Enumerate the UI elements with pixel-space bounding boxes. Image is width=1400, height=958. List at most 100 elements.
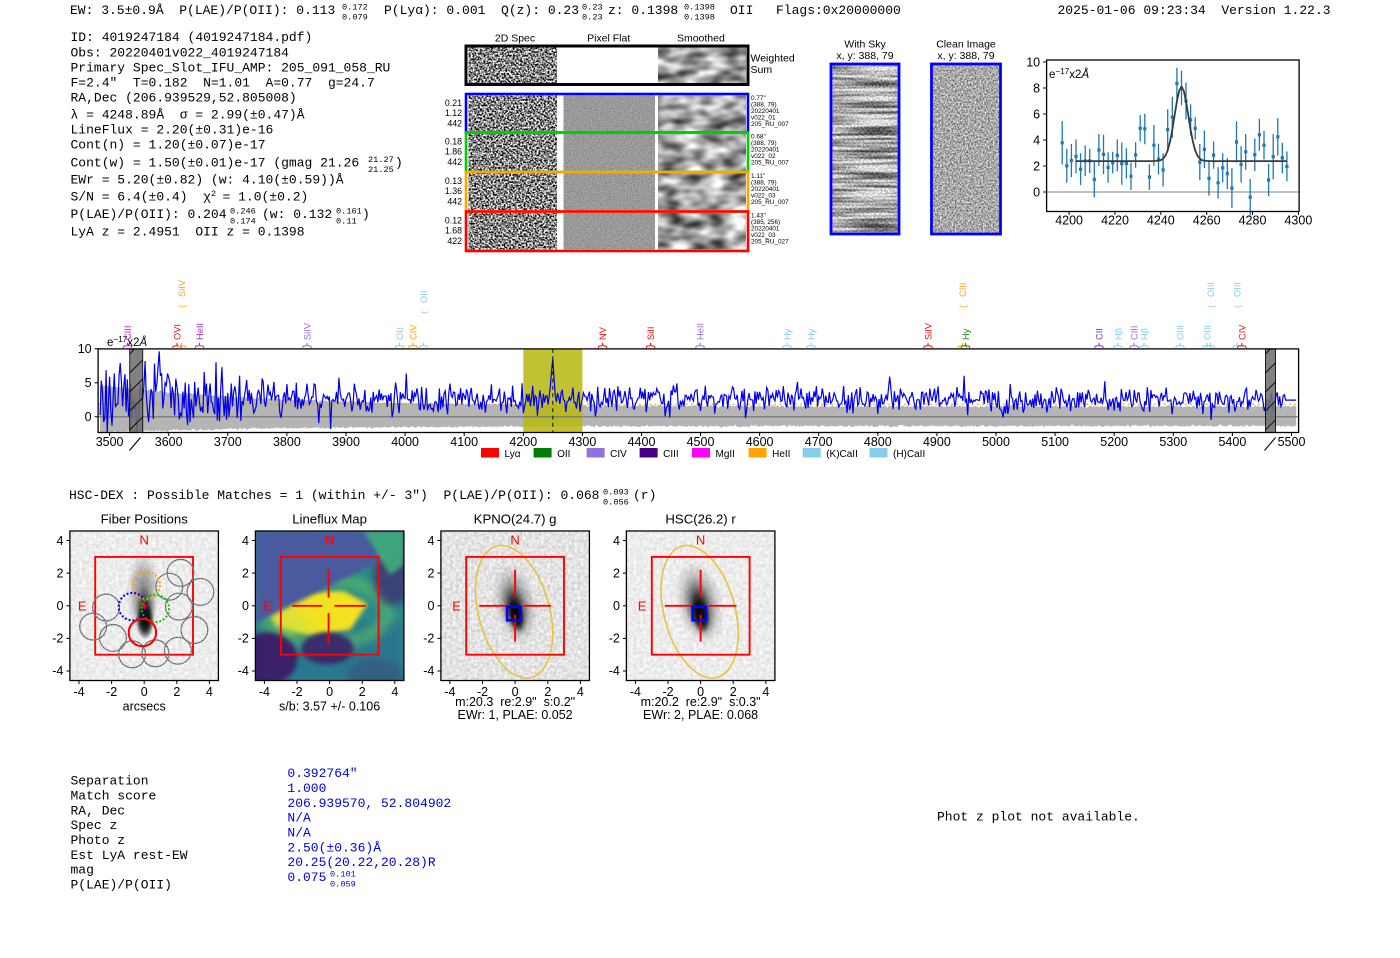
svg-text:0: 0 <box>242 599 249 613</box>
svg-text:z: 0.1398: z: 0.1398 <box>608 3 678 18</box>
svg-text:-4: -4 <box>259 685 270 699</box>
svg-text:1.86: 1.86 <box>445 147 462 157</box>
svg-text:0.101: 0.101 <box>330 870 356 880</box>
svg-text:3900: 3900 <box>332 435 360 449</box>
svg-text:4260: 4260 <box>1193 214 1221 228</box>
svg-text:e−17x2Å: e−17x2Å <box>1049 67 1089 81</box>
svg-text:OII: OII <box>557 449 570 460</box>
svg-text:4300: 4300 <box>1284 214 1312 228</box>
svg-text:CIV: CIV <box>610 449 627 460</box>
svg-text:1.36: 1.36 <box>445 186 462 196</box>
svg-text:-4: -4 <box>52 664 63 678</box>
svg-text:205_RU_007: 205_RU_007 <box>751 199 789 206</box>
svg-text:N: N <box>510 533 519 548</box>
svg-text:0: 0 <box>613 599 620 613</box>
svg-text:-2: -2 <box>52 632 63 646</box>
svg-text:Cont(w) = 1.50(±0.01)e-17 (gma: Cont(w) = 1.50(±0.01)e-17 (gmag 21.26 <box>71 155 360 170</box>
svg-text:Lyα: Lyα <box>505 449 521 460</box>
svg-text:m:20.2 re:2.9" s:0.3": m:20.2 re:2.9" s:0.3" <box>641 695 761 709</box>
svg-text:NV: NV <box>598 326 608 340</box>
svg-text:): ) <box>362 207 370 222</box>
svg-text:= 1.0(±0.2): = 1.0(±0.2) <box>223 190 309 205</box>
svg-text:Pixel Flat: Pixel Flat <box>587 33 630 45</box>
svg-text:Hβ: Hβ <box>1140 328 1150 340</box>
svg-text:4100: 4100 <box>450 435 478 449</box>
svg-text:442: 442 <box>447 196 462 206</box>
svg-text:SiII: SiII <box>646 327 656 340</box>
svg-text:EWr: 2, PLAE: 0.068: EWr: 2, PLAE: 0.068 <box>643 708 758 722</box>
svg-text:3700: 3700 <box>214 435 242 449</box>
svg-text:205_RU_027: 205_RU_027 <box>751 239 789 246</box>
svg-text:0.23: 0.23 <box>582 12 603 22</box>
svg-text:4200: 4200 <box>509 435 537 449</box>
svg-text:2: 2 <box>211 189 216 199</box>
svg-text:8: 8 <box>1033 81 1040 95</box>
svg-text:4: 4 <box>762 685 769 699</box>
svg-text:LineFlux = 2.20(±0.31)e-16: LineFlux = 2.20(±0.31)e-16 <box>71 122 274 137</box>
svg-text:Hy: Hy <box>961 328 971 340</box>
svg-text:N/A: N/A <box>287 811 311 826</box>
svg-text:0.1398: 0.1398 <box>684 3 715 13</box>
svg-text:2: 2 <box>613 566 620 580</box>
svg-text:Phot z plot not available.: Phot z plot not available. <box>937 810 1140 825</box>
svg-text:LyA z = 2.4951 OII z = 0.1398: LyA z = 2.4951 OII z = 0.1398 <box>71 224 305 239</box>
svg-text:Primary Spec_Slot_IFU_AMP: 205: Primary Spec_Slot_IFU_AMP: 205_091_058_R… <box>71 61 391 76</box>
svg-text:0.059: 0.059 <box>330 880 356 890</box>
svg-text:-2: -2 <box>291 685 302 699</box>
svg-text:4400: 4400 <box>628 435 656 449</box>
svg-text:RA,Dec (206.939529,52.805008): RA,Dec (206.939529,52.805008) <box>71 91 297 106</box>
svg-text:10: 10 <box>78 342 92 356</box>
svg-text:OIII: OIII <box>1203 325 1213 340</box>
svg-text:0: 0 <box>56 599 63 613</box>
svg-text:Fiber Positions: Fiber Positions <box>101 512 189 527</box>
svg-text:x, y: 388, 79: x, y: 388, 79 <box>937 50 994 62</box>
svg-text:Clean Image: Clean Image <box>936 39 996 51</box>
svg-text:1.68: 1.68 <box>445 226 462 236</box>
svg-text:P(LAE)/P(OII): 0.204: P(LAE)/P(OII): 0.204 <box>71 207 227 222</box>
svg-text:4: 4 <box>56 534 63 548</box>
svg-text:0.11: 0.11 <box>336 216 357 226</box>
svg-text:MgII: MgII <box>716 449 735 460</box>
svg-text:N: N <box>696 533 705 548</box>
svg-text:6: 6 <box>1033 107 1040 121</box>
svg-text:0.093: 0.093 <box>603 488 629 498</box>
svg-text:2: 2 <box>242 566 249 580</box>
svg-text:Hβ: Hβ <box>1113 328 1123 340</box>
svg-text:4220: 4220 <box>1101 214 1129 228</box>
svg-text:(K)CaII: (K)CaII <box>826 449 858 460</box>
svg-text:2: 2 <box>173 685 180 699</box>
svg-text:4000: 4000 <box>391 435 419 449</box>
svg-text:CIII: CIII <box>958 283 968 297</box>
svg-text:EWr = 5.20(±0.82) (w: 4.10(±0.: EWr = 5.20(±0.82) (w: 4.10(±0.59))Å <box>71 173 344 188</box>
svg-text:0.1398: 0.1398 <box>684 12 715 22</box>
svg-text:E: E <box>452 598 461 613</box>
svg-text:0.18: 0.18 <box>445 137 462 147</box>
svg-text:4: 4 <box>206 685 213 699</box>
svg-text:4: 4 <box>242 534 249 548</box>
svg-text:2025-01-06 09:23:34 Version 1: 2025-01-06 09:23:34 Version 1.22.3 <box>1058 3 1331 18</box>
svg-text:ID: 4019247184 (4019247184.pdf: ID: 4019247184 (4019247184.pdf) <box>71 30 313 45</box>
svg-text:-4: -4 <box>73 685 84 699</box>
svg-text:205_RU_007: 205_RU_007 <box>751 121 789 128</box>
svg-text:CIV: CIV <box>1237 324 1247 340</box>
svg-text:HSC-DEX : Possible Matches = 1: HSC-DEX : Possible Matches = 1 (within +… <box>69 488 600 503</box>
svg-text:5200: 5200 <box>1100 435 1128 449</box>
svg-text:0.172: 0.172 <box>342 3 368 13</box>
svg-text:): ) <box>395 155 403 170</box>
svg-text:-2: -2 <box>423 632 434 646</box>
svg-text:-4: -4 <box>630 685 641 699</box>
svg-text:21.25: 21.25 <box>368 165 394 175</box>
svg-text:EWr: 1, PLAE: 0.052: EWr: 1, PLAE: 0.052 <box>458 708 573 722</box>
svg-text:-2: -2 <box>609 632 620 646</box>
svg-text:OIII: OIII <box>1206 282 1216 297</box>
svg-text:4: 4 <box>613 534 620 548</box>
svg-text:-2: -2 <box>106 685 117 699</box>
svg-text:SiIV: SiIV <box>303 322 313 340</box>
svg-text:λ = 4248.89Å σ = 2.99(±0.47)Å: λ = 4248.89Å σ = 2.99(±0.47)Å <box>71 107 305 122</box>
svg-text:Weighted: Weighted <box>751 53 795 65</box>
svg-text:Sum: Sum <box>751 64 773 76</box>
svg-text:-4: -4 <box>423 664 434 678</box>
svg-text:E: E <box>638 598 647 613</box>
svg-text:2: 2 <box>359 685 366 699</box>
svg-text:0: 0 <box>1033 185 1040 199</box>
